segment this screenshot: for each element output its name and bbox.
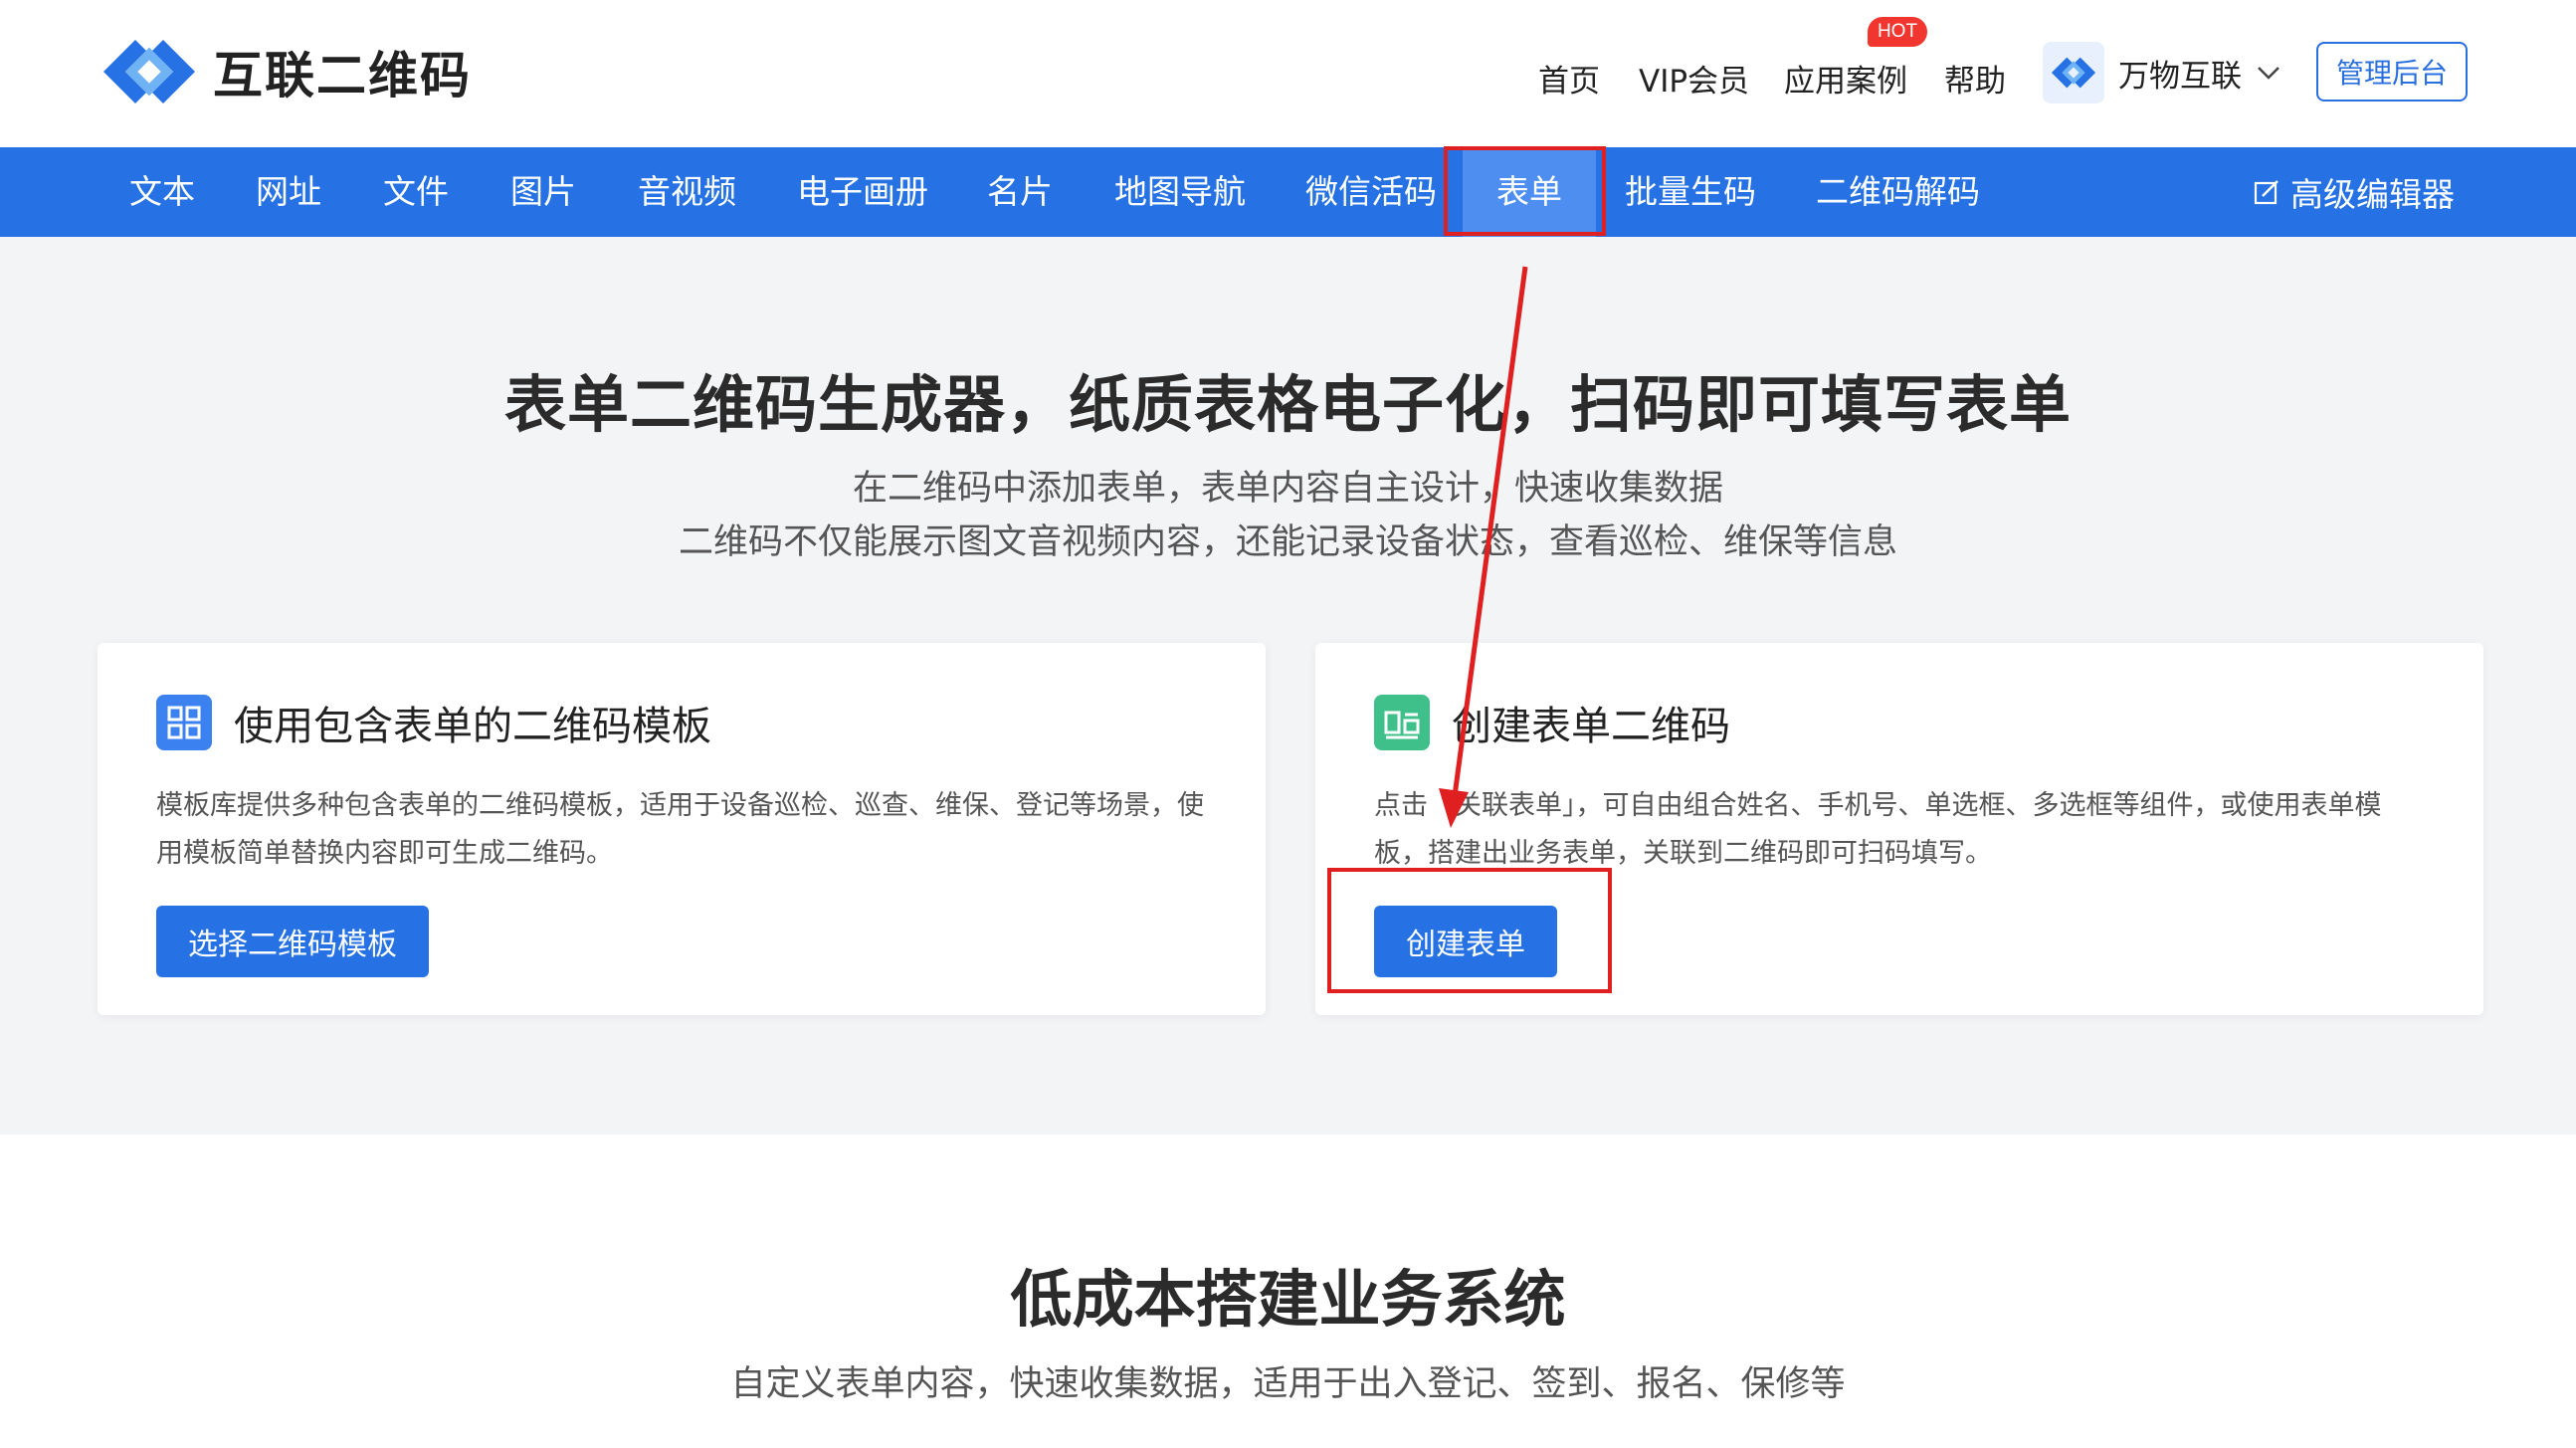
- create-form-card-description: 点击「关联表单」，可自由组合姓名、手机号、单选框、多选框等组件，或使用表单模板，…: [1374, 790, 2382, 869]
- section-title-business-system: 低成本搭建业务系统: [1010, 1263, 1566, 1336]
- nav-tab-url[interactable]: 网址: [256, 147, 321, 237]
- template-card-description: 模板库提供多种包含表单的二维码模板，适用于设备巡检、巡查、维保、登记等场景，使用…: [156, 790, 1204, 869]
- nav-tab-ebook[interactable]: 电子画册: [797, 147, 928, 237]
- hero-subtitle-2: 二维码不仅能展示图文音视频内容，还能记录设备状态，查看巡检、维保等信息: [678, 522, 1897, 562]
- nav-tab-batch-generate[interactable]: 批量生码: [1625, 147, 1756, 237]
- nav-tab-image[interactable]: 图片: [510, 147, 576, 237]
- nav-tab-audio-video[interactable]: 音视频: [638, 147, 736, 237]
- nav-tab-business-card[interactable]: 名片: [987, 147, 1053, 237]
- brand-name: 互联二维码: [213, 47, 472, 104]
- nav-link-cases[interactable]: 应用案例: [1784, 56, 1907, 101]
- site-logo[interactable]: 互联二维码: [99, 36, 472, 107]
- org-logo-icon: [2043, 42, 2104, 103]
- create-form-button[interactable]: 创建表单: [1374, 906, 1557, 977]
- nav-tab-map-navigation[interactable]: 地图导航: [1114, 147, 1246, 237]
- admin-console-button[interactable]: 管理后台: [2316, 42, 2468, 102]
- choose-template-button[interactable]: 选择二维码模板: [156, 906, 429, 977]
- nav-link-help[interactable]: 帮助: [1944, 56, 2006, 101]
- qr-grid-icon: [156, 695, 212, 750]
- section-subtitle-business-system: 自定义表单内容，快速收集数据，适用于出入登记、签到、报名、保修等: [730, 1364, 1846, 1404]
- qr-link-logo-icon: [103, 40, 195, 103]
- edit-icon: [2254, 180, 2279, 205]
- hot-badge: HOT: [1868, 17, 1927, 47]
- create-form-card: 创建表单二维码 点击「关联表单」，可自由组合姓名、手机号、单选框、多选框等组件，…: [1315, 643, 2483, 1015]
- hero-section: 表单二维码生成器，纸质表格电子化，扫码即可填写表单 在二维码中添加表单，表单内容…: [0, 237, 2576, 1135]
- nav-tab-text[interactable]: 文本: [129, 147, 195, 237]
- org-switcher[interactable]: 万物互联: [2043, 42, 2281, 103]
- advanced-editor-label: 高级编辑器: [2290, 175, 2455, 214]
- category-nav-bar: 文本 网址 文件 图片 音视频 电子画册 名片 地图导航 微信活码 表单 批量生…: [0, 147, 2576, 237]
- form-layout-icon: [1374, 695, 1430, 750]
- template-card-title: 使用包含表单的二维码模板: [234, 704, 711, 749]
- nav-tab-wechat-live-code[interactable]: 微信活码: [1305, 147, 1437, 237]
- org-name: 万物互联: [2118, 58, 2242, 95]
- chevron-down-icon: [2258, 67, 2279, 80]
- create-form-card-title: 创建表单二维码: [1452, 704, 1730, 749]
- hero-title: 表单二维码生成器，纸质表格电子化，扫码即可填写表单: [503, 368, 2072, 441]
- nav-tab-qr-decode[interactable]: 二维码解码: [1816, 147, 1980, 237]
- advanced-editor-link[interactable]: 高级编辑器: [2253, 147, 2455, 237]
- nav-link-home[interactable]: 首页: [1538, 56, 1600, 101]
- nav-tab-file[interactable]: 文件: [383, 147, 449, 237]
- nav-tab-form[interactable]: 表单: [1463, 147, 1596, 237]
- hero-subtitle-1: 在二维码中添加表单，表单内容自主设计，快速收集数据: [852, 469, 1723, 509]
- template-card: 使用包含表单的二维码模板 模板库提供多种包含表单的二维码模板，适用于设备巡检、巡…: [98, 643, 1266, 1015]
- top-header: 互联二维码 首页 VIP会员 应用案例 HOT 帮助 万物互联 管理后台: [0, 0, 2576, 147]
- nav-link-vip[interactable]: VIP会员: [1639, 56, 1749, 101]
